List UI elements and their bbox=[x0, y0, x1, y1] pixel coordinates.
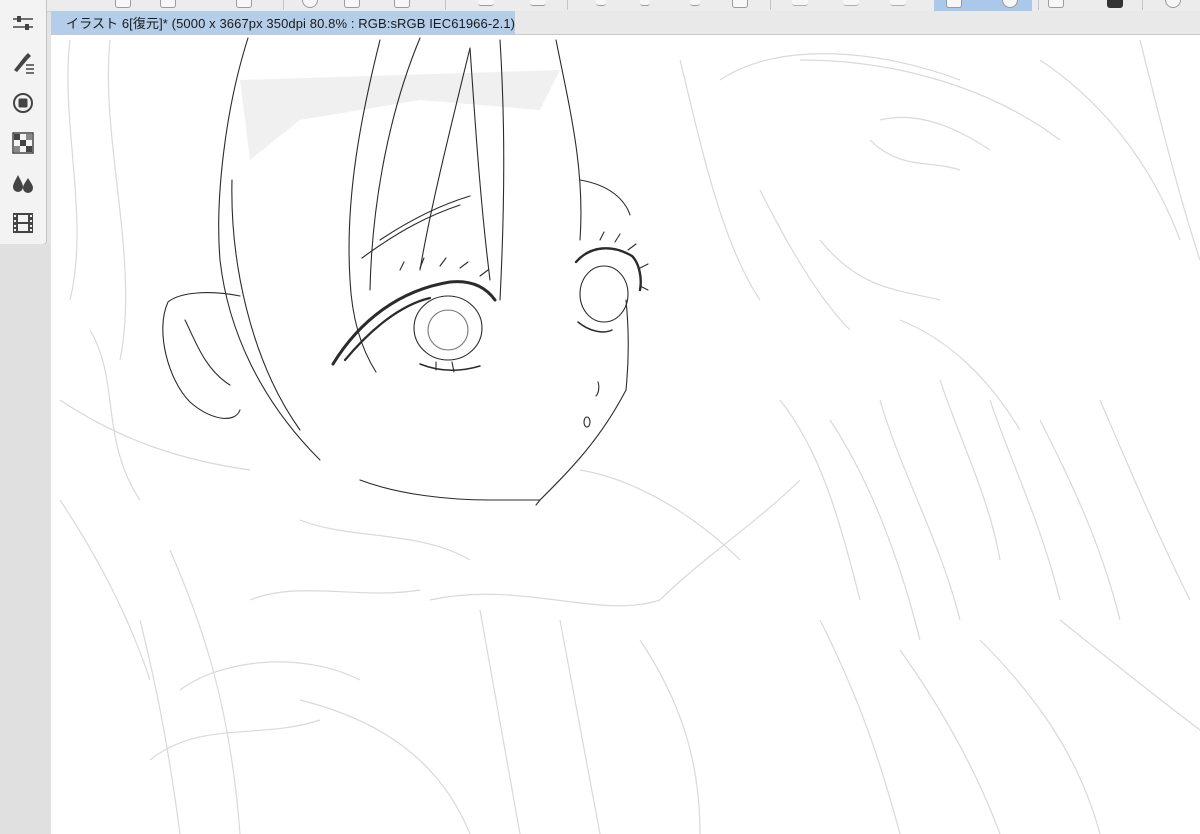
toolbar-button[interactable] bbox=[792, 0, 808, 6]
toolbar-button[interactable] bbox=[596, 0, 606, 6]
left-gutter bbox=[0, 244, 50, 834]
drawing-canvas[interactable] bbox=[51, 35, 1200, 834]
document-tab[interactable]: イラスト 6[復元]* (5000 x 3667px 350dpi 80.8% … bbox=[51, 11, 515, 34]
circle-layer-icon[interactable] bbox=[8, 88, 38, 118]
toolbar-button[interactable] bbox=[732, 0, 748, 8]
toolbar-button[interactable] bbox=[530, 0, 546, 6]
toolbar-separator bbox=[567, 0, 568, 10]
toolbar-separator bbox=[1038, 0, 1039, 10]
document-title: イラスト 6[復元]* (5000 x 3667px 350dpi 80.8% … bbox=[66, 16, 516, 31]
toolbar-button[interactable] bbox=[478, 0, 494, 6]
toolbar-separator bbox=[770, 0, 771, 10]
chat-icon[interactable] bbox=[1165, 0, 1181, 8]
toolbar-separator bbox=[1142, 0, 1143, 10]
document-tab-bar: イラスト 6[復元]* (5000 x 3667px 350dpi 80.8% … bbox=[51, 11, 1200, 35]
sketch-artwork bbox=[59, 37, 1200, 834]
toolbar-button[interactable] bbox=[115, 0, 131, 8]
pen-settings-icon[interactable] bbox=[8, 48, 38, 78]
toolbar-button[interactable] bbox=[344, 0, 360, 8]
toolbar-button[interactable] bbox=[236, 0, 252, 8]
toolbar-separator bbox=[283, 0, 284, 10]
toolbar-button[interactable] bbox=[160, 0, 176, 8]
toolbar-separator bbox=[445, 0, 446, 10]
globe-icon[interactable] bbox=[302, 0, 318, 8]
toolbar-button[interactable] bbox=[690, 0, 700, 6]
film-icon[interactable] bbox=[8, 208, 38, 238]
toolbar-button[interactable] bbox=[640, 0, 650, 6]
toolbar-button[interactable] bbox=[843, 0, 859, 6]
ink-drops-icon[interactable] bbox=[8, 168, 38, 198]
toolbar-button[interactable] bbox=[946, 0, 962, 8]
toolbar-button[interactable] bbox=[1048, 0, 1064, 8]
color-grid-icon[interactable] bbox=[8, 128, 38, 158]
command-palette bbox=[0, 0, 47, 245]
toolbar-button[interactable] bbox=[394, 0, 410, 8]
toolbar-button[interactable] bbox=[890, 0, 906, 6]
sliders-icon[interactable] bbox=[8, 8, 38, 38]
toolbar-button[interactable] bbox=[1107, 0, 1123, 8]
